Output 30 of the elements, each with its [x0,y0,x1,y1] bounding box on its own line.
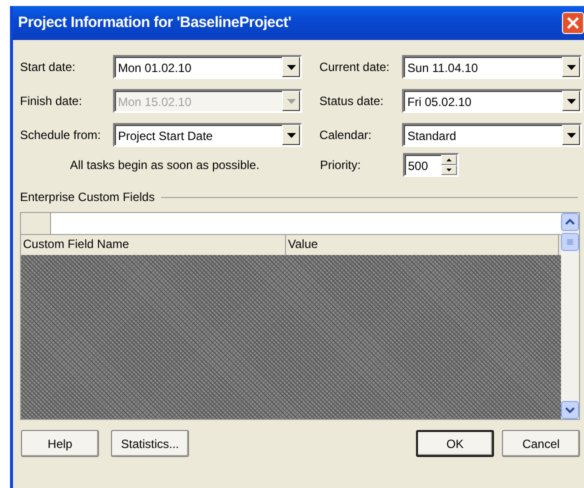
grip-icon [566,238,574,246]
dropdown-arrow-icon [566,64,576,70]
dropdown-arrow-icon [286,132,296,138]
field-label: Calendar: [319,127,372,144]
dropdown-arrow-icon [286,98,296,104]
date-dropdown[interactable]: Project Start Date [113,123,302,147]
field-label: Start date: [20,59,76,76]
close-icon [566,16,580,30]
dropdown-arrow-icon [286,64,296,70]
dialog-button[interactable]: Cancel [502,430,580,457]
field-label: Priority: [320,157,362,174]
dropdown-arrow-icon [566,132,576,138]
scrollbar[interactable] [561,213,579,419]
date-dropdown[interactable]: Mon 01.02.10 [113,55,302,79]
field-label: Finish date: [20,93,84,110]
field-label: Current date: [319,59,390,76]
priority-spinner[interactable]: 500 [403,153,459,177]
close-button[interactable] [562,12,584,34]
dropdown-arrow-icon [566,98,576,104]
dialog-button[interactable]: Help [21,430,99,457]
window-title: Project Information for 'BaselineProject' [18,12,292,33]
field-label: Schedule from: [20,127,102,144]
dialog-button[interactable]: OK [416,430,494,457]
section-label: Enterprise Custom Fields [20,189,155,206]
schedule-note: All tasks begin as soon as possible. [70,157,260,174]
dialog-button[interactable]: Statistics... [111,430,189,457]
date-dropdown[interactable]: Sun 11.04.10 [402,55,582,79]
field-label: Status date: [319,93,384,110]
date-dropdown[interactable]: Standard [402,123,582,147]
date-dropdown[interactable]: Fri 05.02.10 [402,89,582,113]
